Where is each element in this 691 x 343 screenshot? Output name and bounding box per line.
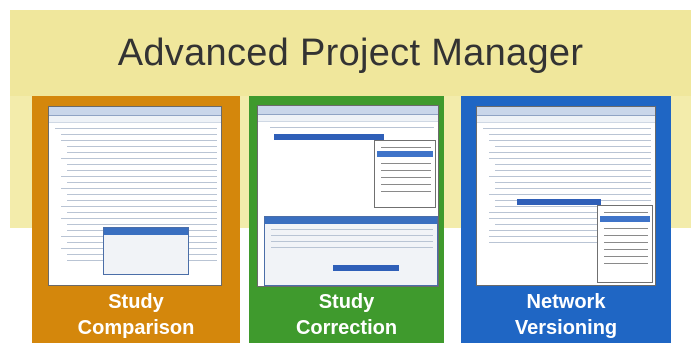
window-titlebar (258, 106, 438, 115)
panel-label-study-correction: Study Correction (249, 289, 444, 341)
dialog-selection (333, 265, 399, 271)
selected-row (274, 134, 384, 140)
panel-label-line1: Network (526, 291, 606, 313)
study-correction-screenshot (257, 105, 439, 287)
repair-dialog (264, 216, 438, 286)
panel-label-line2: Versioning (514, 317, 618, 339)
study-comparison-screenshot (48, 106, 222, 286)
selected-row (517, 199, 601, 205)
context-menu (374, 140, 436, 208)
network-versioning-screenshot (476, 106, 656, 286)
context-menu (597, 205, 653, 283)
panel-label-network-versioning: Network Versioning (461, 289, 671, 341)
compare-dialog (103, 227, 189, 275)
window-toolbar (258, 115, 438, 122)
window-titlebar (49, 107, 221, 116)
panel-label-line2: Correction (295, 317, 398, 339)
header-banner: Advanced Project Manager (10, 10, 691, 96)
panel-network-versioning[interactable]: Network Versioning (461, 96, 671, 343)
panel-study-comparison[interactable]: Study Comparison (32, 96, 240, 343)
panel-label-study-comparison: Study Comparison (32, 289, 240, 341)
window-toolbar (477, 116, 655, 123)
panel-study-correction[interactable]: Study Correction (249, 96, 444, 343)
window-titlebar (477, 107, 655, 116)
panel-label-line1: Study (108, 291, 164, 313)
panel-label-line1: Study (318, 291, 375, 313)
panel-label-line2: Comparison (77, 317, 195, 339)
window-toolbar (49, 116, 221, 123)
page-title: Advanced Project Manager (117, 32, 584, 74)
